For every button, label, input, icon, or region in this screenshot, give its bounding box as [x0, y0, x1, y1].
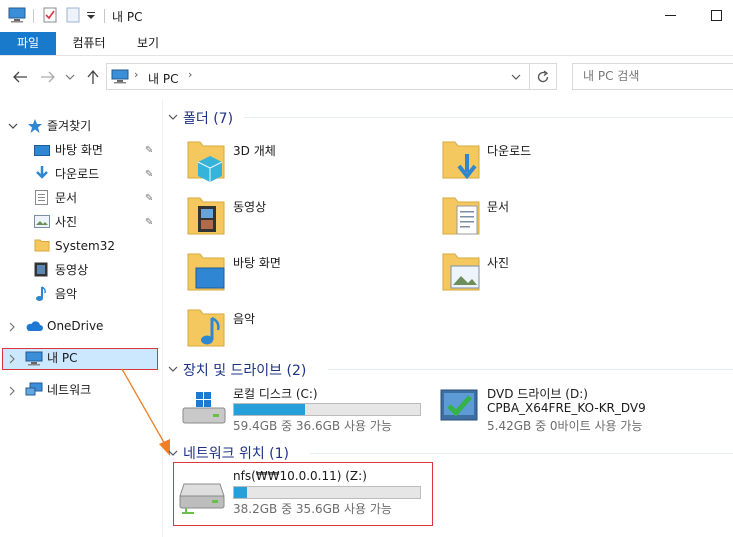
pictures-icon	[34, 215, 50, 228]
downloads-folder-icon[interactable]	[441, 138, 481, 182]
star-icon	[28, 119, 42, 133]
sidebar-item-documents[interactable]: 문서	[55, 187, 77, 209]
breadcrumb-chevron-icon[interactable]: ›	[134, 68, 138, 81]
folder-label-downloads[interactable]: 다운로드	[487, 142, 531, 159]
sidebar-item-desktop[interactable]: 바탕 화면	[55, 139, 103, 161]
qat-dropdown-icon[interactable]	[86, 7, 96, 23]
breadcrumb-this-pc[interactable]: 내 PC	[148, 70, 178, 87]
section-collapse-icon[interactable]	[168, 112, 178, 122]
computer-icon	[111, 69, 129, 84]
pin-icon[interactable]: ✎	[145, 193, 153, 204]
section-divider	[310, 453, 733, 454]
collapse-chevron-icon[interactable]	[8, 322, 16, 332]
document-icon	[35, 190, 48, 205]
drive-c-space: 59.4GB 중 36.6GB 사용 가능	[233, 419, 392, 433]
folder-label-music[interactable]: 음악	[233, 310, 255, 327]
section-divider	[328, 369, 733, 370]
drive-c-name[interactable]: 로컬 디스크 (C:)	[233, 385, 318, 402]
back-arrow-icon[interactable]	[12, 71, 28, 83]
search-input[interactable]	[583, 64, 733, 88]
sidebar-item-pictures[interactable]: 사진	[55, 211, 77, 233]
ribbon-tabs: 파일 컴퓨터 보기	[0, 32, 733, 56]
video-icon	[34, 262, 48, 277]
local-disk-icon[interactable]	[180, 392, 228, 426]
sidebar-item-network[interactable]: 네트워크	[47, 379, 91, 401]
documents-folder-icon[interactable]	[441, 194, 481, 238]
minimize-icon[interactable]	[664, 6, 678, 24]
sidebar-item-music[interactable]: 음악	[55, 283, 77, 305]
pin-icon[interactable]: ✎	[145, 145, 153, 156]
refresh-icon	[537, 70, 549, 83]
download-icon	[36, 166, 48, 179]
collapse-chevron-icon[interactable]	[8, 354, 16, 364]
pin-icon[interactable]: ✎	[145, 217, 153, 228]
sidebar-item-onedrive[interactable]: OneDrive	[47, 315, 103, 337]
drive-c-usage-bar	[233, 403, 421, 416]
forward-arrow-icon[interactable]	[40, 71, 56, 83]
dvd-drive-icon[interactable]	[439, 388, 479, 424]
drive-z-usage-bar	[233, 486, 421, 499]
section-collapse-icon[interactable]	[168, 448, 178, 458]
breadcrumb-chevron-icon[interactable]: ›	[188, 68, 192, 81]
title-bar: 내 PC	[0, 0, 733, 32]
drive-d-space: 5.42GB 중 0바이트 사용 가능	[487, 419, 643, 433]
videos-folder-icon[interactable]	[186, 194, 226, 238]
drive-d-name[interactable]: DVD 드라이브 (D:)	[487, 385, 588, 402]
qat-separator	[33, 9, 34, 23]
pin-icon[interactable]: ✎	[145, 169, 153, 180]
folder-label-desktop[interactable]: 바탕 화면	[233, 254, 281, 271]
desktop-icon	[34, 145, 50, 156]
properties-icon[interactable]	[42, 7, 58, 23]
drive-c-usage-fill	[234, 404, 305, 415]
section-title-devices[interactable]: 장치 및 드라이브 (2)	[183, 360, 306, 380]
network-icon	[25, 382, 43, 396]
new-folder-icon[interactable]	[65, 7, 81, 23]
sidebar-item-downloads[interactable]: 다운로드	[55, 163, 99, 185]
music-folder-icon[interactable]	[186, 306, 226, 350]
sidebar-item-this-pc[interactable]: 내 PC	[47, 347, 77, 369]
title-separator	[104, 9, 105, 23]
drive-d-volume-label: CPBA_X64FRE_KO-KR_DV9	[487, 401, 646, 415]
music-icon	[36, 286, 46, 301]
folder-icon	[34, 239, 50, 252]
section-title-network-locations[interactable]: 네트워크 위치 (1)	[183, 443, 289, 463]
folder-label-3d-objects[interactable]: 3D 개체	[233, 142, 276, 159]
drive-z-space: 38.2GB 중 35.6GB 사용 가능	[233, 502, 392, 516]
maximize-icon[interactable]	[710, 6, 724, 24]
expand-chevron-icon[interactable]	[8, 121, 18, 131]
folder-label-videos[interactable]: 동영상	[233, 198, 266, 215]
network-drive-icon[interactable]	[178, 480, 226, 514]
sidebar-item-quick-access[interactable]: 즐겨찾기	[47, 115, 91, 137]
sidebar-item-system32[interactable]: System32	[55, 235, 115, 257]
refresh-button[interactable]	[529, 63, 557, 90]
folder-label-pictures[interactable]: 사진	[487, 254, 509, 271]
pictures-folder-icon[interactable]	[441, 250, 481, 294]
window-title: 내 PC	[112, 10, 143, 24]
collapse-chevron-icon[interactable]	[8, 386, 16, 396]
cloud-icon	[26, 321, 43, 331]
section-divider	[244, 117, 733, 118]
address-bar[interactable]: › 내 PC ›	[106, 63, 530, 90]
section-collapse-icon[interactable]	[168, 364, 178, 374]
search-box[interactable]	[572, 63, 733, 90]
tab-file[interactable]: 파일	[0, 32, 56, 55]
tab-view[interactable]: 보기	[125, 32, 171, 55]
3d-objects-icon[interactable]	[186, 138, 226, 182]
recent-dropdown-icon[interactable]	[65, 73, 75, 81]
computer-icon[interactable]	[8, 7, 26, 23]
address-dropdown-icon[interactable]	[511, 73, 521, 81]
pane-splitter[interactable]	[162, 100, 163, 537]
folder-label-documents[interactable]: 문서	[487, 198, 509, 215]
section-title-folders[interactable]: 폴더 (7)	[183, 108, 233, 128]
tab-computer[interactable]: 컴퓨터	[64, 32, 114, 55]
computer-icon	[25, 351, 43, 366]
drive-z-name[interactable]: nfs(₩₩10.0.0.11) (Z:)	[233, 469, 367, 483]
up-arrow-icon[interactable]	[86, 69, 100, 85]
drive-z-usage-fill	[234, 487, 247, 498]
desktop-folder-icon[interactable]	[186, 250, 226, 294]
sidebar-item-videos[interactable]: 동영상	[55, 259, 88, 281]
